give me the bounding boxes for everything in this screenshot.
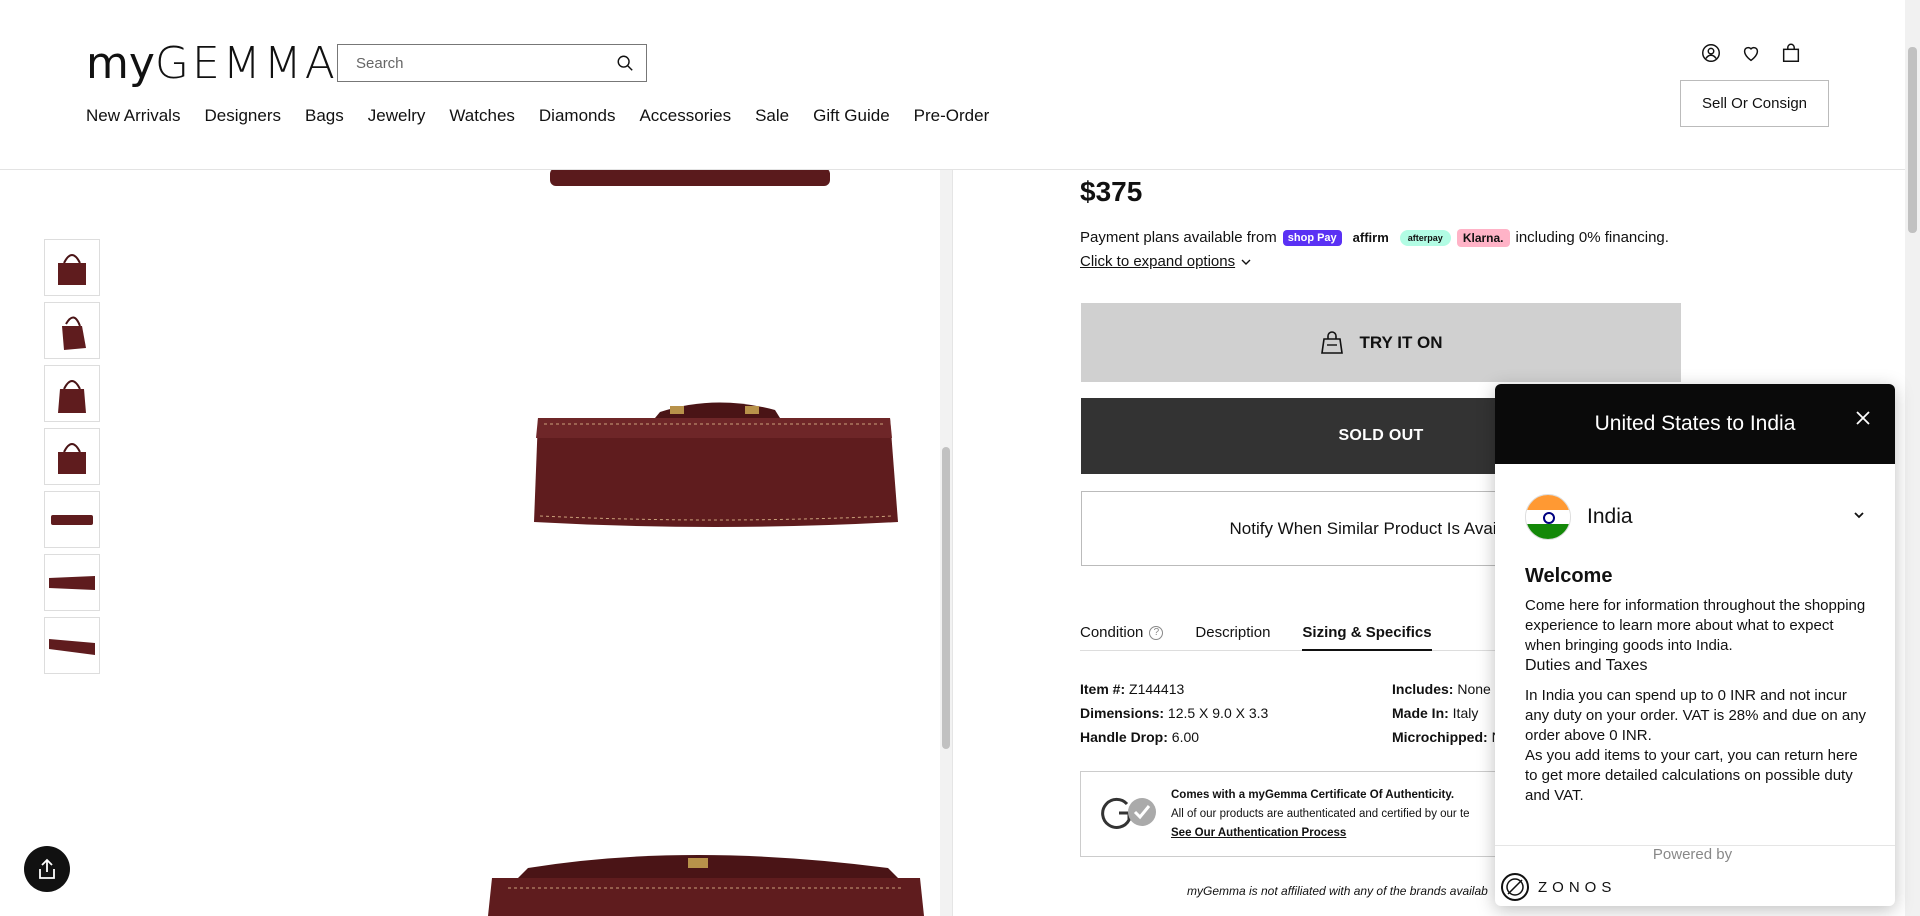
product-image-bottom-view[interactable] (530, 398, 900, 530)
gallery-scrollbar[interactable] (940, 170, 952, 916)
zonos-wordmark: ZONOS (1538, 878, 1617, 896)
search-bar[interactable] (337, 44, 647, 82)
nav-bags[interactable]: Bags (305, 106, 344, 126)
nav-pre-order[interactable]: Pre-Order (914, 106, 990, 126)
header-icons (1700, 42, 1802, 64)
duties-heading: Duties and Taxes (1525, 657, 1648, 674)
tab-description[interactable]: Description (1195, 624, 1270, 641)
spec-microchipped: Microchipped: N (1392, 729, 1502, 745)
specs-left: Item #: Z144413 Dimensions: 12.5 X 9.0 X… (1080, 677, 1268, 749)
share-icon (39, 858, 55, 879)
spec-made-in: Made In: Italy (1392, 705, 1479, 721)
thumbnail-2[interactable] (44, 302, 100, 359)
share-button[interactable] (24, 846, 70, 892)
chevron-down-icon (1854, 512, 1864, 519)
product-price: $375 (1080, 176, 1143, 207)
expand-options-link[interactable]: Click to expand options (1080, 253, 1251, 270)
thumbnail-3[interactable] (44, 365, 100, 422)
site-header: myGEMMA New Arrivals Designers Bags Jewe… (0, 0, 1905, 170)
india-flag-icon (1525, 494, 1571, 540)
spec-includes: Includes: None (1392, 681, 1491, 697)
try-it-on-label: TRY IT ON (1359, 332, 1443, 352)
payment-suffix: including 0% financing. (1515, 229, 1669, 246)
nav-watches[interactable]: Watches (449, 106, 515, 126)
popup-body: Welcome Come here for information throug… (1525, 566, 1870, 806)
popup-title: United States to India (1594, 412, 1796, 435)
brand-disclaimer: myGemma is not affiliated with any of th… (1187, 884, 1488, 898)
account-icon[interactable] (1700, 42, 1722, 64)
spec-handle-drop: Handle Drop: 6.00 (1080, 729, 1200, 745)
thumbnail-4[interactable] (44, 428, 100, 485)
gallery-scrollbar-thumb[interactable] (942, 447, 950, 749)
thumbnail-5[interactable] (44, 491, 100, 548)
nav-gift-guide[interactable]: Gift Guide (813, 106, 890, 126)
thumbnail-list (44, 239, 100, 680)
nav-diamonds[interactable]: Diamonds (539, 106, 616, 126)
nav-accessories[interactable]: Accessories (639, 106, 731, 126)
page-scrollbar[interactable] (1905, 0, 1920, 916)
return-text: As you add items to your cart, you can r… (1525, 747, 1858, 804)
powered-by-label: Powered by (1652, 846, 1733, 863)
thumbnail-7[interactable] (44, 617, 100, 674)
shoppay-badge: shop Pay (1282, 229, 1342, 246)
chevron-down-icon (1241, 259, 1251, 265)
affirm-badge: affirm (1352, 230, 1389, 245)
payment-prefix: Payment plans available from (1080, 229, 1277, 246)
tab-condition[interactable]: Condition? (1080, 624, 1164, 641)
product-image-side-view (488, 855, 924, 916)
zonos-logo-icon (1501, 873, 1529, 901)
expand-options-label: Click to expand options (1080, 253, 1236, 270)
help-icon[interactable]: ? (1149, 625, 1164, 640)
zonos-logo[interactable]: ZONOS (1500, 872, 1616, 902)
try-it-on-button[interactable]: TRY IT ON (1081, 303, 1681, 382)
specs-right: Includes: None Made In: Italy Microchipp… (1392, 677, 1502, 749)
tab-condition-label: Condition (1080, 624, 1144, 641)
country-name: India (1587, 505, 1633, 528)
logo[interactable]: myGEMMA (86, 38, 338, 89)
klarna-badge: Klarna. (1456, 228, 1510, 247)
certificate-check-icon (1101, 797, 1156, 829)
tab-sizing-specifics[interactable]: Sizing & Specifics (1302, 624, 1432, 651)
nav-sale[interactable]: Sale (755, 106, 789, 126)
zonos-country-popup: United States to India India Welcome Com… (1495, 384, 1895, 906)
page-scrollbar-thumb[interactable] (1908, 47, 1917, 233)
payment-plans: Payment plans available from shop Pay af… (1080, 228, 1669, 247)
popup-header: United States to India (1495, 384, 1895, 464)
search-icon[interactable] (616, 54, 634, 72)
product-image-top (550, 168, 830, 186)
welcome-text: Come here for information throughout the… (1525, 597, 1866, 654)
shopping-bag-icon[interactable] (1780, 42, 1802, 64)
nav-new-arrivals[interactable]: New Arrivals (86, 106, 180, 126)
nav-designers[interactable]: Designers (204, 106, 281, 126)
afterpay-badge: afterpay (1399, 229, 1451, 246)
close-icon[interactable] (1853, 408, 1873, 428)
search-input[interactable] (356, 54, 616, 72)
thumbnail-1[interactable] (44, 239, 100, 296)
wishlist-heart-icon[interactable] (1740, 42, 1762, 64)
spec-dimensions: Dimensions: 12.5 X 9.0 X 3.3 (1080, 705, 1269, 721)
main-nav: New Arrivals Designers Bags Jewelry Watc… (86, 106, 1013, 126)
thumbnail-6[interactable] (44, 554, 100, 611)
nav-jewelry[interactable]: Jewelry (368, 106, 426, 126)
duties-text: In India you can spend up to 0 INR and n… (1525, 687, 1867, 744)
welcome-heading: Welcome (1525, 565, 1613, 587)
country-select[interactable]: India (1525, 494, 1865, 540)
spec-item-number: Item #: Z144413 (1080, 681, 1185, 697)
bag-try-on-icon (1321, 330, 1344, 354)
sell-or-consign-button[interactable]: Sell Or Consign (1680, 80, 1829, 127)
column-divider (952, 170, 953, 916)
